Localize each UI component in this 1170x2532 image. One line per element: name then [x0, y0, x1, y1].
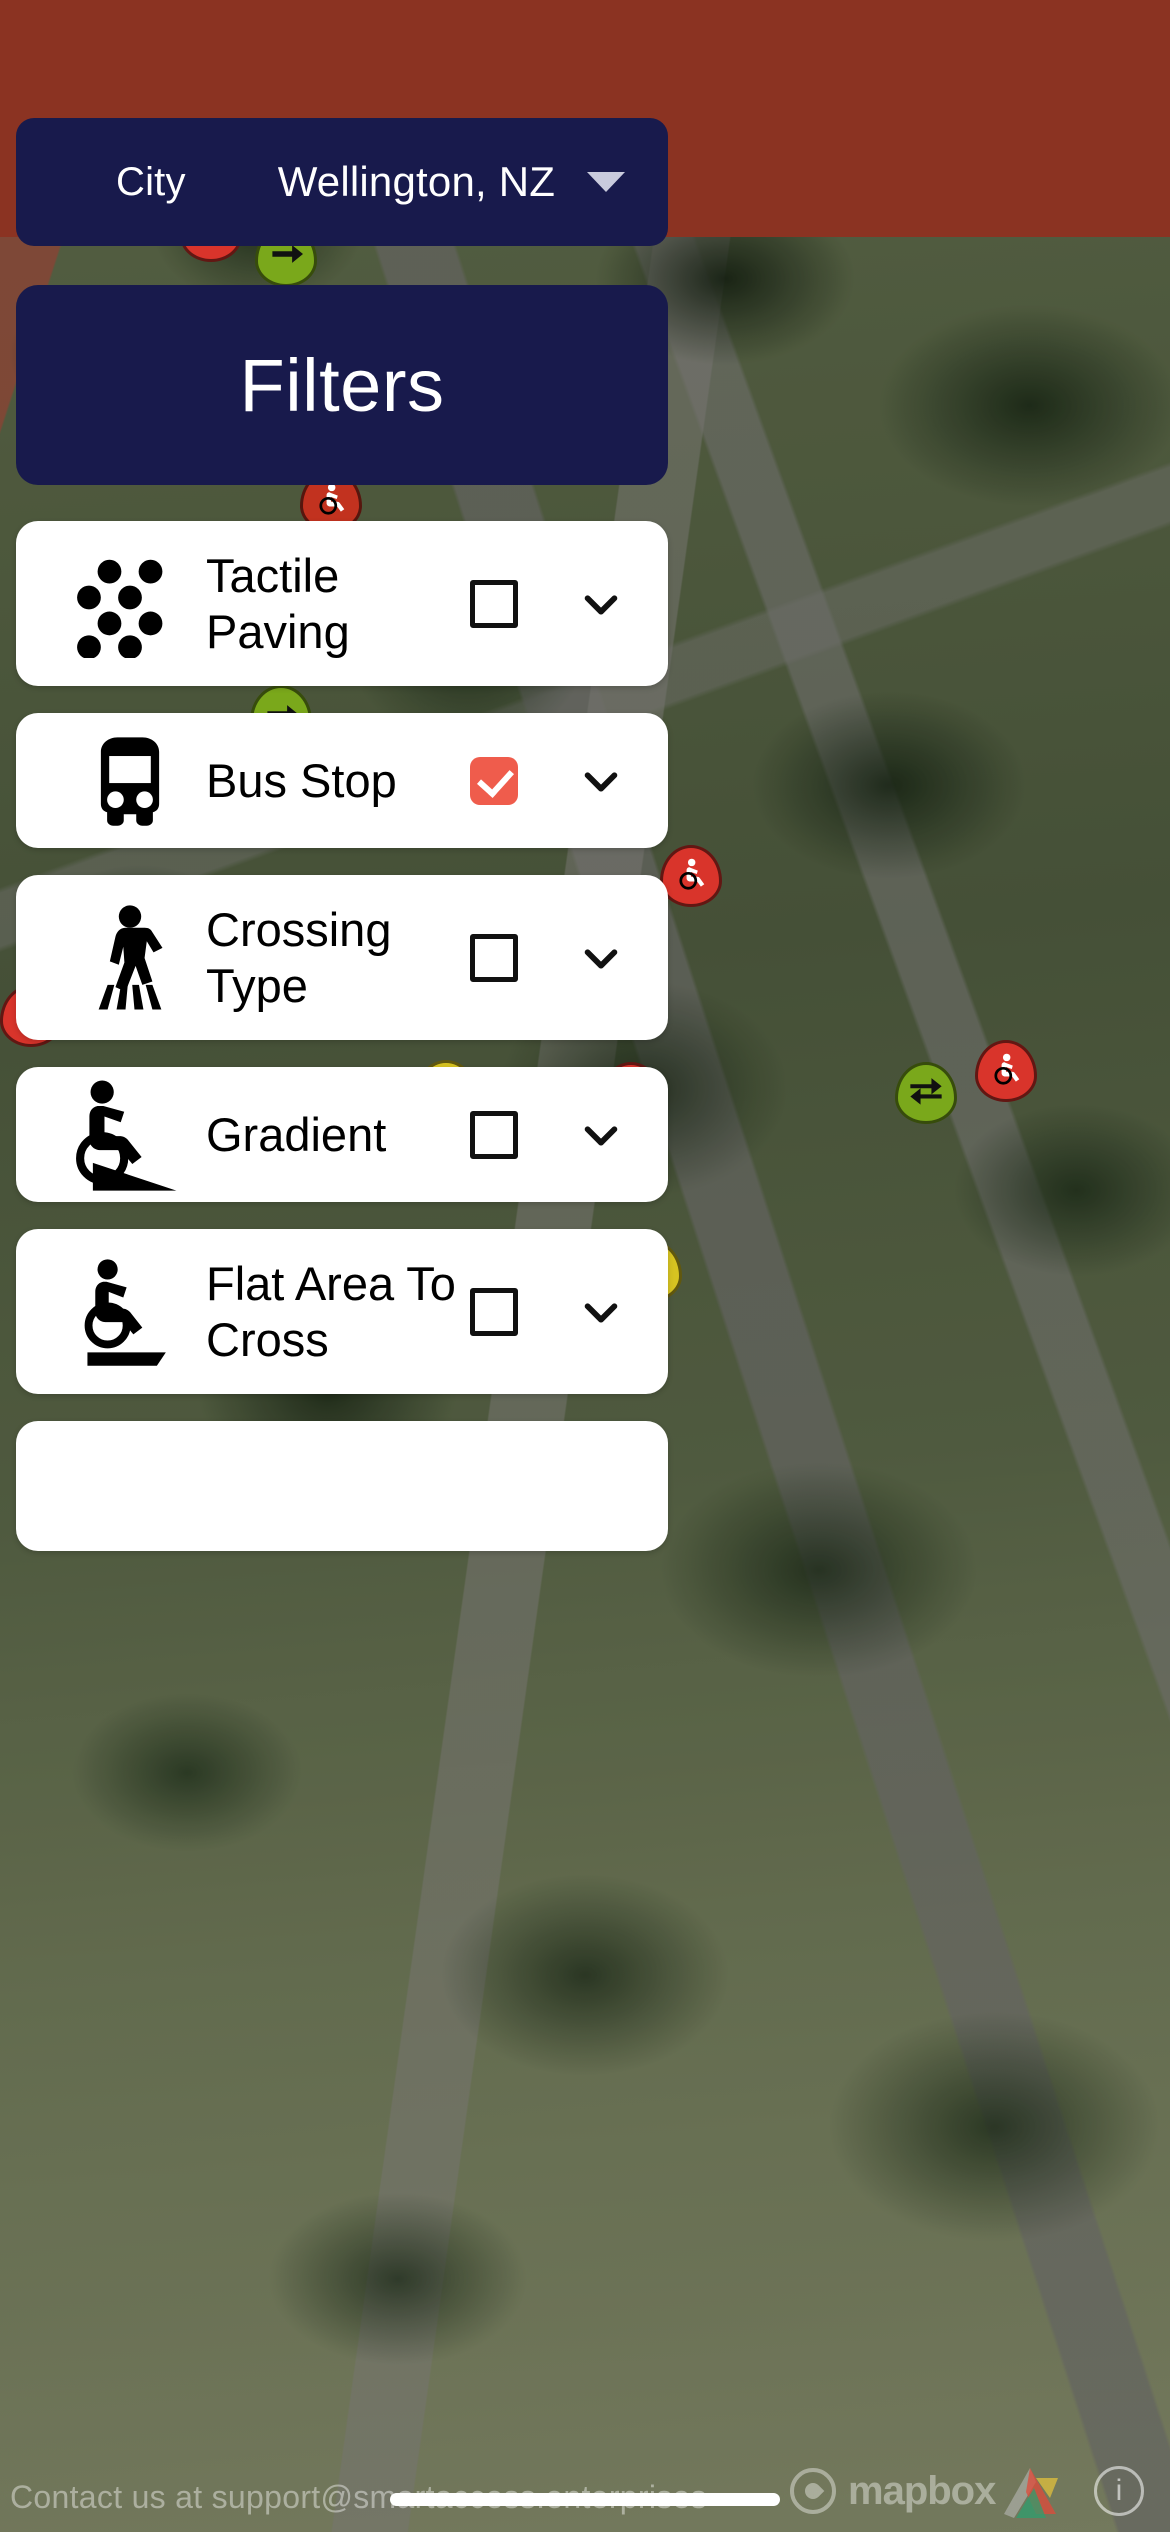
pedestrian-crossing-icon: [70, 902, 190, 1014]
chevron-down-icon[interactable]: [576, 933, 626, 983]
filters-header: Filters: [16, 285, 668, 485]
city-value: Wellington, NZ: [277, 158, 556, 205]
filter-checkbox[interactable]: [470, 756, 518, 805]
wheelchair-icon: [989, 1052, 1023, 1091]
map-colors-badge: [1004, 2468, 1058, 2518]
city-selector[interactable]: City Wellington, NZ: [16, 118, 668, 246]
filter-checkbox[interactable]: [470, 1110, 518, 1159]
filter-label: Gradient: [206, 1107, 387, 1161]
filter-label: Flat Area To Cross: [206, 1257, 456, 1366]
filter-card[interactable]: Tactile Paving: [16, 521, 668, 686]
filter-card[interactable]: Crossing Type: [16, 875, 668, 1040]
mapbox-logo[interactable]: mapbox: [790, 2468, 996, 2514]
app-root: City Wellington, NZ Filters Tactile Pavi…: [0, 0, 1170, 2532]
filter-checkbox[interactable]: [470, 1287, 518, 1336]
arrow-left-right-icon: [909, 1074, 943, 1113]
bus-icon: [70, 729, 190, 833]
map-pin[interactable]: [660, 845, 722, 907]
map-pin[interactable]: [895, 1062, 957, 1124]
wheelchair-icon: [314, 482, 348, 521]
filter-label: Bus Stop: [206, 753, 397, 807]
mapbox-mark-icon: [790, 2468, 836, 2514]
map-pin[interactable]: [975, 1040, 1037, 1102]
filter-checkbox[interactable]: [470, 579, 518, 628]
wheelchair-flat-icon: [70, 1256, 190, 1368]
filter-card[interactable]: Bus Stop: [16, 713, 668, 848]
wheelchair-ramp-icon: [70, 1077, 190, 1193]
page-title: Filters: [239, 343, 445, 427]
info-circle-icon[interactable]: i: [1094, 2466, 1144, 2516]
filter-card[interactable]: Gradient: [16, 1067, 668, 1202]
filter-card[interactable]: Flat Area To Cross: [16, 1229, 668, 1394]
filter-card[interactable]: [16, 1421, 668, 1551]
chevron-down-icon[interactable]: [576, 756, 626, 806]
filter-label: Crossing Type: [206, 903, 392, 1012]
chevron-down-icon[interactable]: [576, 1110, 626, 1160]
filter-label: Tactile Paving: [206, 549, 350, 658]
city-label: City: [116, 159, 186, 204]
chevron-down-icon[interactable]: [576, 1287, 626, 1337]
wheelchair-icon: [674, 857, 708, 896]
chevron-down-icon[interactable]: [587, 172, 626, 192]
tactile-paving-dots-icon: [70, 550, 190, 658]
mapbox-wordmark: mapbox: [848, 2468, 996, 2513]
filter-card-list: Tactile Paving Bus Stop Crossing Type Gr…: [16, 521, 668, 1551]
chevron-down-icon[interactable]: [576, 579, 626, 629]
filter-checkbox[interactable]: [470, 933, 518, 982]
home-indicator: [390, 2493, 780, 2506]
